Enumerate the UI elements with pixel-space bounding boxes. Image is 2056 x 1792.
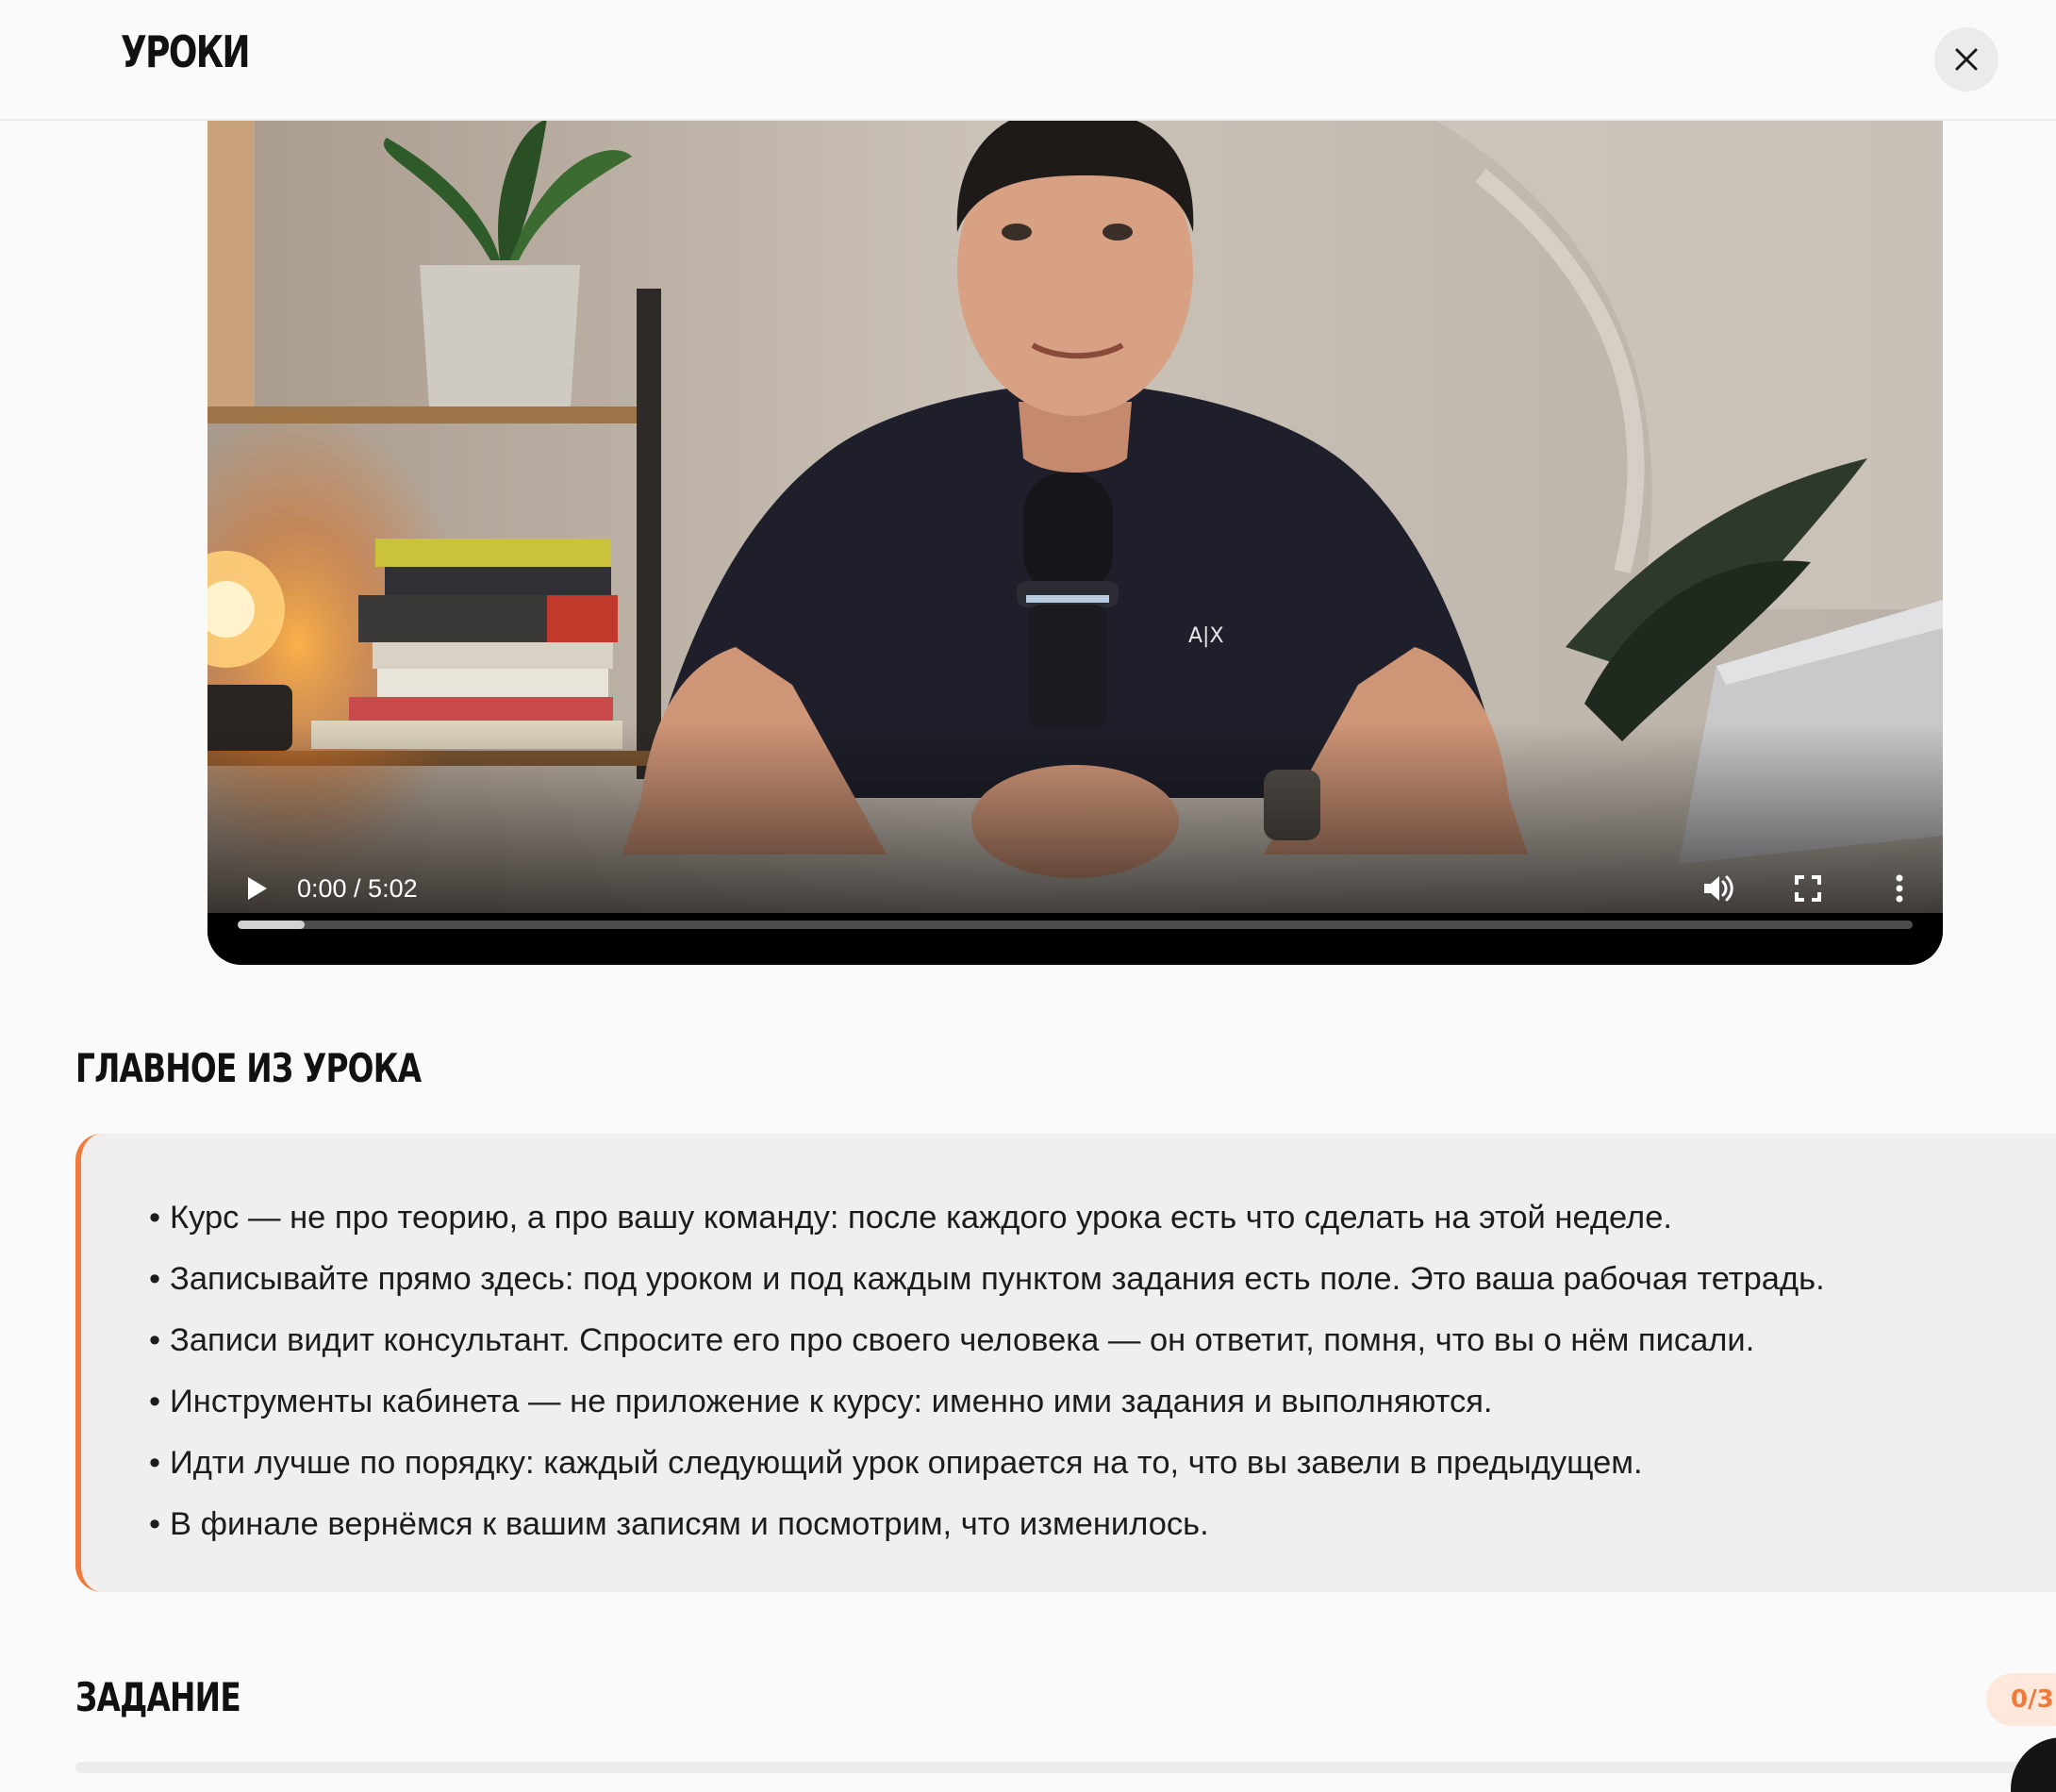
task-progress-track xyxy=(75,1762,2056,1773)
volume-icon xyxy=(1704,875,1733,902)
summary-item: Записывайте прямо здесь: под уроком и по… xyxy=(149,1249,2056,1310)
more-options-button[interactable] xyxy=(1879,868,1920,909)
play-icon xyxy=(248,877,267,900)
summary-item: Курс — не про теорию, а про вашу команду… xyxy=(149,1187,2056,1249)
header: УРОКИ xyxy=(0,0,2056,121)
close-button[interactable] xyxy=(1934,27,1998,91)
summary-item: Инструменты кабинета — не приложение к к… xyxy=(149,1371,2056,1433)
video-controls: 0:00 / 5:02 xyxy=(207,855,1943,965)
chat-button[interactable] xyxy=(2011,1737,2056,1792)
summary-item: В финале вернёмся к вашим записям и посм… xyxy=(149,1494,2056,1555)
summary-item: Записи видит консультант. Спросите его п… xyxy=(149,1310,2056,1371)
play-button[interactable] xyxy=(236,868,277,909)
summary-title: ГЛАВНОЕ ИЗ УРОКА xyxy=(75,1045,422,1091)
summary-item: Идти лучше по порядку: каждый следующий … xyxy=(149,1433,2056,1494)
summary-list: Курс — не про теорию, а про вашу команду… xyxy=(81,1134,2056,1555)
time-display: 0:00 / 5:02 xyxy=(297,874,418,903)
close-icon xyxy=(1955,48,1978,71)
fullscreen-button[interactable] xyxy=(1787,868,1829,909)
video-progress-fill xyxy=(238,921,306,929)
volume-button[interactable] xyxy=(1698,868,1739,909)
svg-text:A|X: A|X xyxy=(1188,624,1224,648)
task-title: ЗАДАНИЕ xyxy=(75,1674,241,1720)
video-player[interactable]: A|X 0:00 / 5:02 xyxy=(207,119,1943,965)
video-progress-bar[interactable] xyxy=(238,921,1913,929)
fullscreen-icon xyxy=(1795,875,1821,902)
task-progress-badge: 0/3 xyxy=(1986,1673,2056,1726)
summary-card: Курс — не про теорию, а про вашу команду… xyxy=(75,1134,2056,1592)
lesson-page: УРОКИ A|X 0:00 / 5:02 ГЛАВНОЕ ИЗ УРОКА •… xyxy=(0,0,2056,1792)
more-vert-icon xyxy=(1896,874,1903,903)
video-frame: A|X xyxy=(207,119,1943,965)
page-title: УРОКИ xyxy=(121,26,251,77)
